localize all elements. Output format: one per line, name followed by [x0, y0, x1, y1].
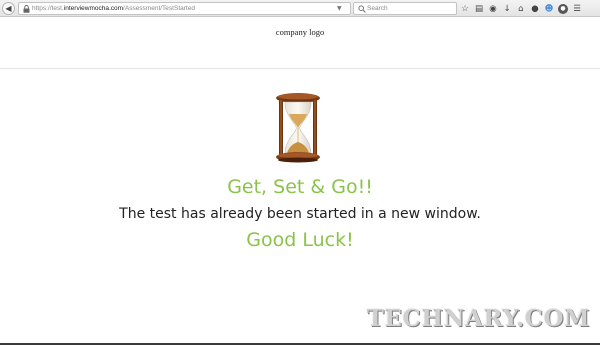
watermark: TECHNARY.COM — [366, 305, 590, 332]
url-prefix: https://test. — [32, 5, 64, 12]
address-bar[interactable]: https://test.interviewmocha.com/Assessme… — [18, 2, 365, 15]
pocket-icon[interactable]: ◉ — [488, 4, 498, 14]
dropdown-arrow-icon[interactable]: ▼ — [337, 4, 342, 13]
search-icon — [358, 5, 366, 13]
company-logo: company logo — [275, 27, 325, 37]
account-icon[interactable]: ☻ — [544, 4, 554, 14]
hourglass-icon — [276, 93, 320, 163]
url-text: https://test.interviewmocha.com/Assessme… — [32, 4, 195, 13]
search-bar[interactable]: Search — [353, 2, 457, 15]
menu-icon[interactable]: ☰ — [572, 4, 582, 14]
status-message: The test has already been started in a n… — [119, 206, 481, 222]
bookmark-star-icon[interactable]: ☆ — [460, 4, 470, 14]
chat-icon[interactable]: ● — [530, 4, 540, 14]
back-arrow-icon[interactable]: ◀ — [2, 2, 15, 15]
lock-icon — [23, 5, 30, 13]
page-heading: Get, Set & Go!! — [227, 176, 373, 198]
download-icon[interactable]: ↓ — [502, 4, 512, 14]
toolbar-icons: ☆ ▤ ◉ ↓ ⌂ ● ☻ ● ☰ — [460, 2, 582, 15]
url-path: /Assessment/TestStarted — [123, 5, 195, 12]
extension-icon[interactable]: ● — [558, 3, 568, 14]
home-icon[interactable]: ⌂ — [516, 4, 526, 14]
browser-toolbar: ◀ https://test.interviewmocha.com/Assess… — [0, 0, 600, 17]
page-header: company logo — [0, 17, 600, 69]
closing-message: Good Luck! — [246, 229, 354, 251]
reading-list-icon[interactable]: ▤ — [474, 4, 484, 14]
url-host: interviewmocha.com — [63, 5, 124, 12]
search-placeholder: Search — [367, 5, 388, 12]
